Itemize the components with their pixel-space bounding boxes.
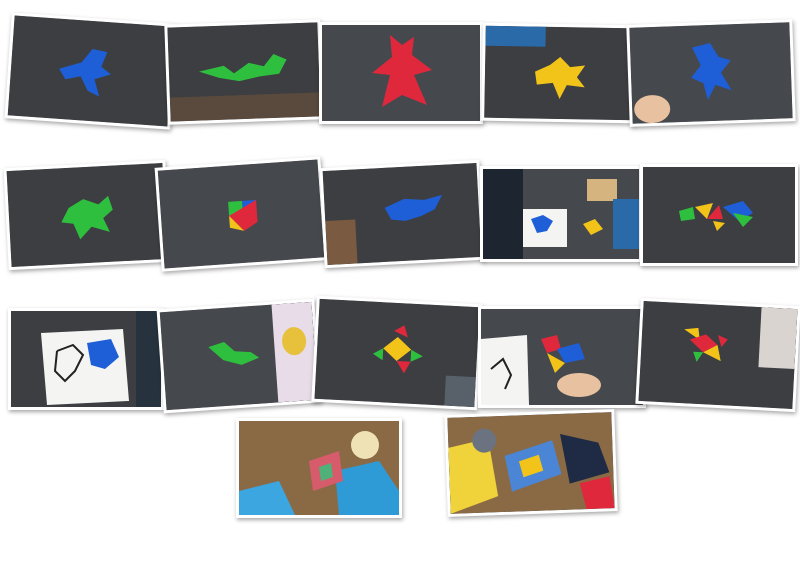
photo-multicolor-flower [311, 295, 483, 411]
photo-red-yellow-figure [635, 297, 800, 413]
photo-children-floor-2 [444, 409, 618, 517]
photo-green-bird [156, 298, 322, 414]
photo-blue-figure [4, 12, 178, 130]
photo-green-figure [164, 19, 324, 125]
photo-yellow-figure [481, 22, 639, 124]
photo-blue-bird [626, 19, 796, 127]
photo-green-turtle [3, 159, 171, 271]
photo-multicolor-butterfly [640, 164, 798, 266]
photo-blue-outline-card [8, 308, 164, 410]
photo-red-figure [319, 22, 483, 124]
photo-multicolor-figure-card [478, 306, 646, 408]
photo-children-floor-1 [236, 418, 402, 518]
photo-multicolor-square [154, 156, 328, 272]
photo-blue-boat [319, 159, 485, 269]
photo-worksheet-children [480, 166, 642, 262]
